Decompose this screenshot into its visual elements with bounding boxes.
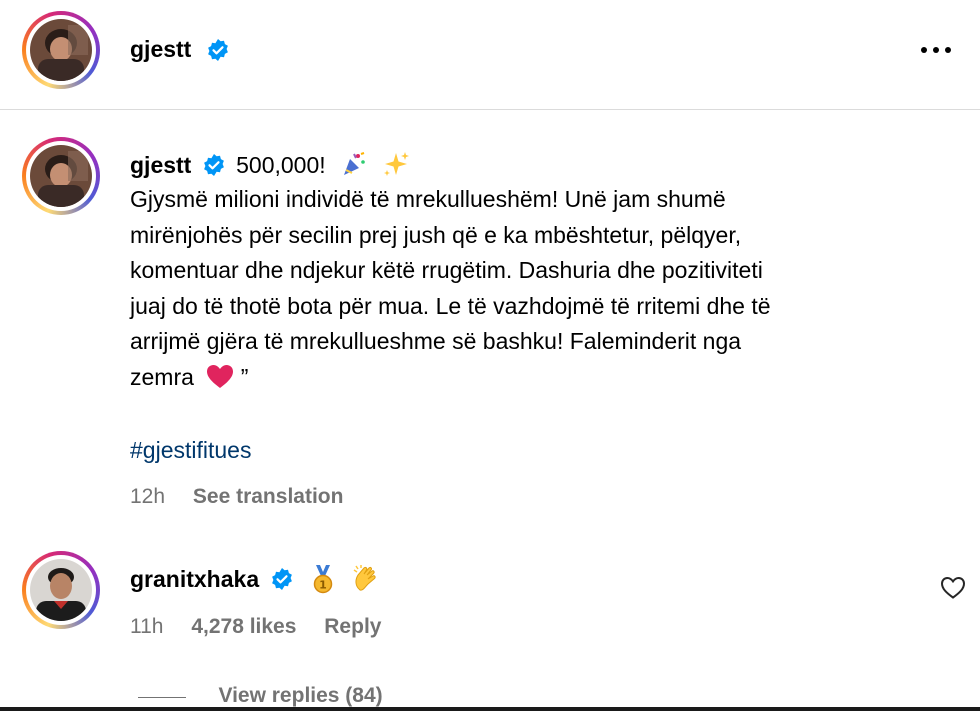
see-translation-button[interactable]: See translation bbox=[193, 485, 344, 508]
header-divider bbox=[0, 109, 980, 110]
sparkles-icon bbox=[384, 152, 410, 176]
clapping-hands-icon bbox=[353, 565, 376, 591]
bottom-edge bbox=[0, 707, 980, 711]
post-caption: Gjysmë milioni individë të mrekullueshëm… bbox=[130, 182, 960, 395]
post-username[interactable]: gjestt bbox=[130, 152, 191, 178]
caption-line: komentuar dhe ndjekur këtë rrugëtim. Das… bbox=[130, 257, 763, 283]
reply-button[interactable]: Reply bbox=[324, 615, 381, 638]
caption-line: juaj do të thotë bota për mua. Le të vaz… bbox=[130, 292, 771, 319]
view-replies-line bbox=[138, 697, 186, 699]
hashtag-link[interactable]: #gjestifitues bbox=[130, 437, 251, 464]
post-avatar[interactable] bbox=[22, 137, 100, 215]
comment-avatar[interactable] bbox=[22, 551, 100, 629]
medal-icon: 1 bbox=[313, 565, 333, 594]
party-popper-icon bbox=[344, 152, 365, 175]
post-headline: 500,000! bbox=[236, 152, 326, 178]
verified-badge-icon bbox=[203, 154, 224, 176]
post-meta: 12h See translation bbox=[130, 485, 343, 509]
header-username[interactable]: gjestt bbox=[130, 36, 191, 63]
like-heart-icon[interactable] bbox=[940, 576, 966, 600]
more-horizontal-icon[interactable] bbox=[918, 40, 954, 60]
comment-username[interactable]: granitxhaka bbox=[130, 566, 259, 592]
comment-time[interactable]: 11h bbox=[130, 615, 163, 638]
caption-line: mirënjohës për secilin prej jush që e ka… bbox=[130, 221, 742, 248]
view-replies-row[interactable]: View replies (84) bbox=[138, 684, 383, 708]
comment-header: granitxhaka 1 bbox=[130, 564, 382, 594]
view-replies-button[interactable]: View replies (84) bbox=[218, 684, 382, 707]
caption-tail: ” bbox=[240, 363, 249, 390]
header-avatar[interactable] bbox=[22, 11, 100, 89]
caption-last-line: zemra ” bbox=[130, 360, 960, 396]
caption-line: arrijmë gjëra të mrekullueshme së bashku… bbox=[130, 328, 742, 354]
post-caption-header: gjestt 500,000! bbox=[130, 150, 410, 179]
comment-meta: 11h 4,278 likes Reply bbox=[130, 615, 381, 639]
svg-text:1: 1 bbox=[319, 579, 327, 592]
caption-line: zemra bbox=[130, 363, 194, 390]
comment-likes[interactable]: 4,278 likes bbox=[191, 615, 296, 638]
verified-badge-icon bbox=[208, 39, 228, 61]
red-heart-icon bbox=[207, 364, 234, 388]
verified-badge-icon bbox=[271, 568, 292, 590]
caption-line: Gjysmë milioni individë të mrekullueshëm… bbox=[130, 186, 726, 212]
post-time[interactable]: 12h bbox=[130, 485, 165, 508]
